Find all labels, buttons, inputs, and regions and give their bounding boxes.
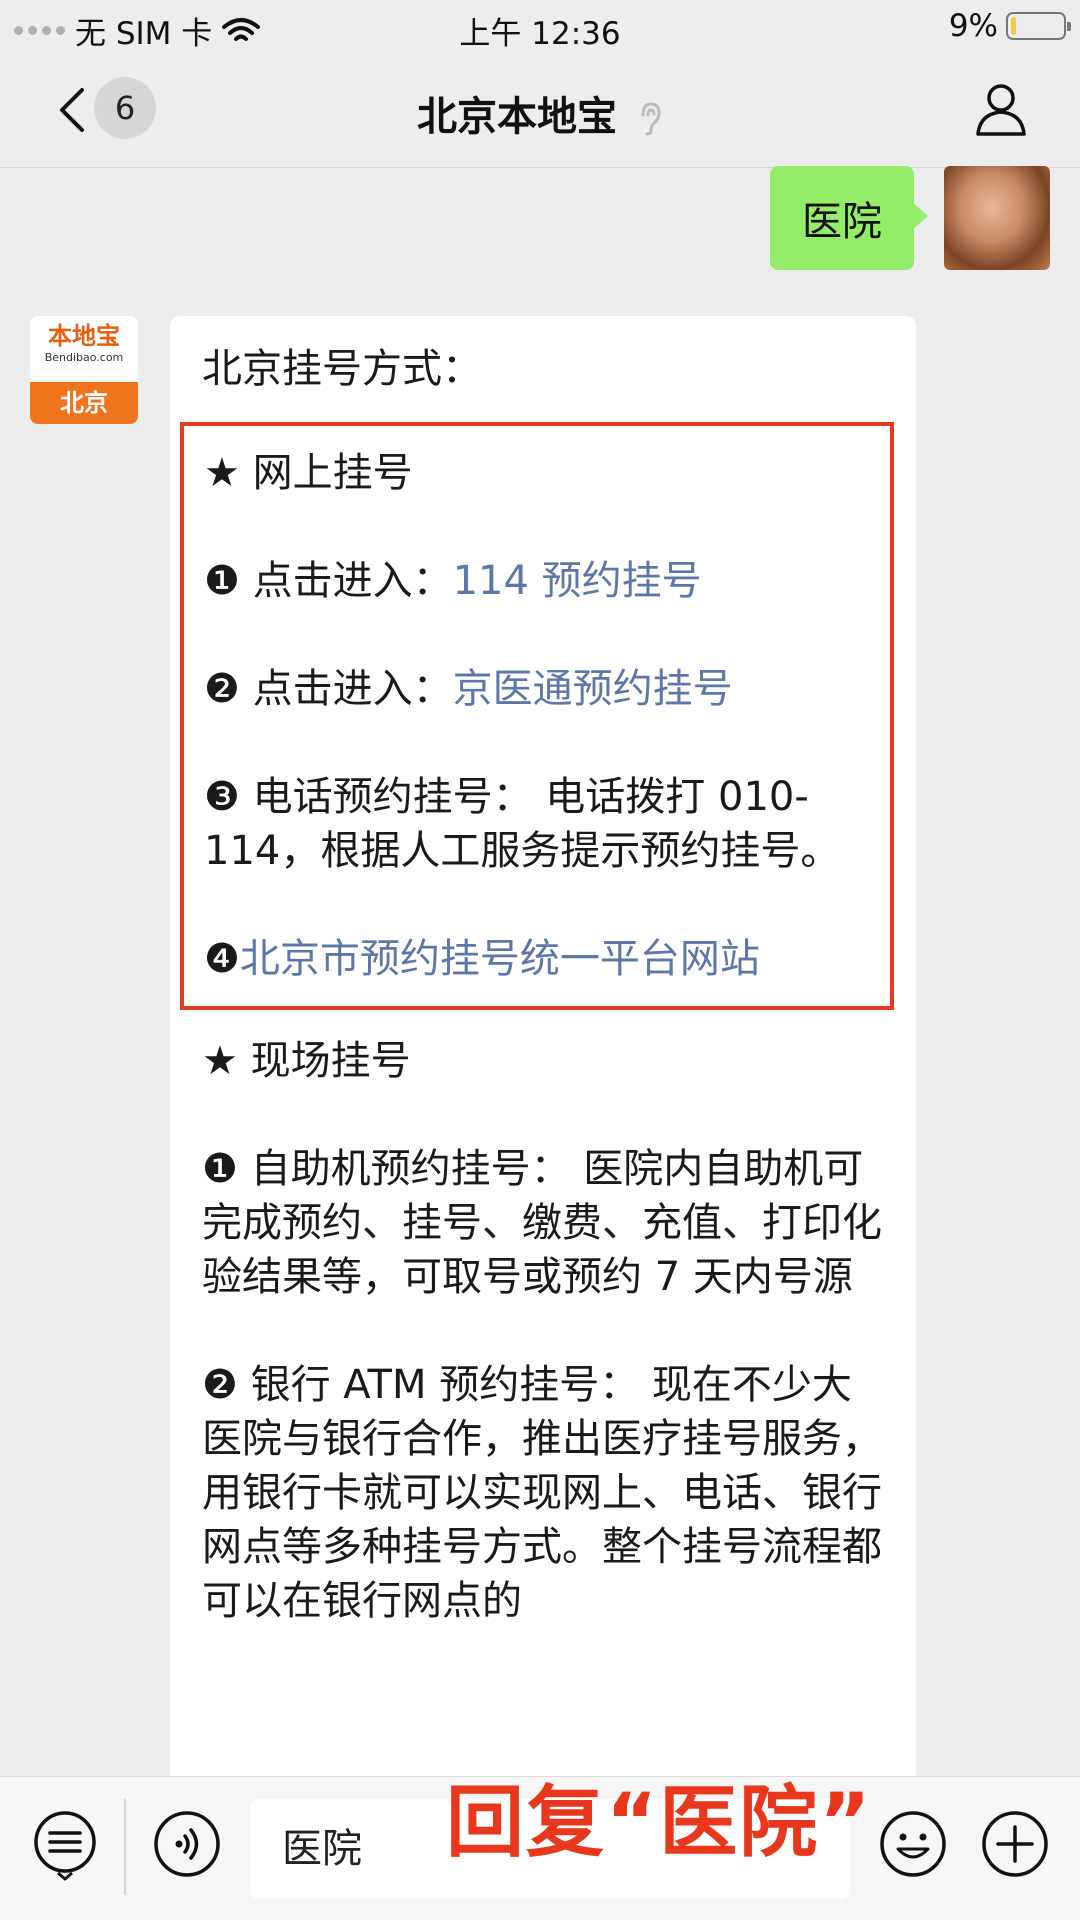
chat-title: 北京本地宝 <box>417 94 618 140</box>
menu-icon[interactable] <box>28 1807 102 1881</box>
user-message-bubble[interactable]: 医院 <box>770 166 928 270</box>
battery-icon <box>1006 12 1071 40</box>
online-item-1-prefix: ❶ 点击进入： <box>204 558 453 604</box>
person-icon[interactable] <box>972 80 1030 138</box>
user-avatar[interactable] <box>944 166 1050 270</box>
online-item-2-prefix: ❷ 点击进入： <box>204 666 453 712</box>
bot-logo-site: Bendibao.com <box>44 351 124 364</box>
onsite-heading: ★ 现场挂号 <box>202 1038 411 1084</box>
status-time: 上午 12:36 <box>459 16 621 52</box>
battery-fill <box>1011 17 1016 35</box>
bot-logo-text: 本地宝 <box>48 322 120 350</box>
highlight-box-online: ★ 网上挂号 ❶ 点击进入：114 预约挂号 ❷ 点击进入：京医通预约挂号 ❸ … <box>180 422 894 1010</box>
online-heading: ★ 网上挂号 <box>204 450 413 496</box>
user-message-row: 医院 <box>770 166 1050 270</box>
online-item-1: ❶ 点击进入：114 预约挂号 <box>204 554 868 608</box>
link-jingyitong-booking[interactable]: 京医通预约挂号 <box>453 666 733 712</box>
battery-percent: 9% <box>948 8 998 44</box>
online-item-2: ❷ 点击进入：京医通预约挂号 <box>204 662 868 716</box>
nav-bar: 6 北京本地宝 <box>0 52 1080 168</box>
status-right: 9% <box>948 8 1071 44</box>
voice-icon[interactable] <box>150 1807 224 1881</box>
bot-message-bubble: 北京挂号方式： ★ 网上挂号 ❶ 点击进入：114 预约挂号 ❷ 点击进入：京医… <box>170 316 916 1786</box>
bot-logo-city: 北京 <box>30 382 138 424</box>
user-message-text: 医院 <box>802 199 882 245</box>
bot-avatar-logo-area: 本地宝 Bendibao.com <box>30 316 138 382</box>
link-unified-platform[interactable]: 北京市预约挂号统一平台网站 <box>240 936 760 982</box>
ear-icon <box>641 102 661 136</box>
online-item-4-prefix: ❹ <box>204 936 240 982</box>
emoji-icon[interactable] <box>876 1807 950 1881</box>
reply-intro: 北京挂号方式： <box>202 346 482 392</box>
status-bar: 无 SIM 卡 上午 12:36 9% <box>0 0 1080 52</box>
onsite-item-1: ❶ 自助机预约挂号： 医院内自助机可完成预约、挂号、缴费、充值、打印化验结果等，… <box>202 1146 882 1300</box>
online-item-4: ❹北京市预约挂号统一平台网站 <box>204 932 868 986</box>
overlay-caption: 回复“医院” <box>446 1778 873 1868</box>
online-item-3: ❸ 电话预约挂号： 电话拨打 010-114，根据人工服务提示预约挂号。 <box>204 774 841 874</box>
wechat-chat-screen: 无 SIM 卡 上午 12:36 9% 6 北京本地宝 医院 本地宝 Bendi… <box>0 0 1080 1920</box>
onsite-item-2: ❷ 银行 ATM 预约挂号： 现在不少大医院与银行合作，推出医疗挂号服务，用银行… <box>202 1362 882 1624</box>
bot-avatar[interactable]: 本地宝 Bendibao.com 北京 <box>30 316 138 424</box>
toolbar-divider <box>124 1799 126 1895</box>
plus-icon[interactable] <box>978 1807 1052 1881</box>
link-114-booking[interactable]: 114 预约挂号 <box>453 558 702 604</box>
page-title: 北京本地宝 <box>0 84 1080 142</box>
